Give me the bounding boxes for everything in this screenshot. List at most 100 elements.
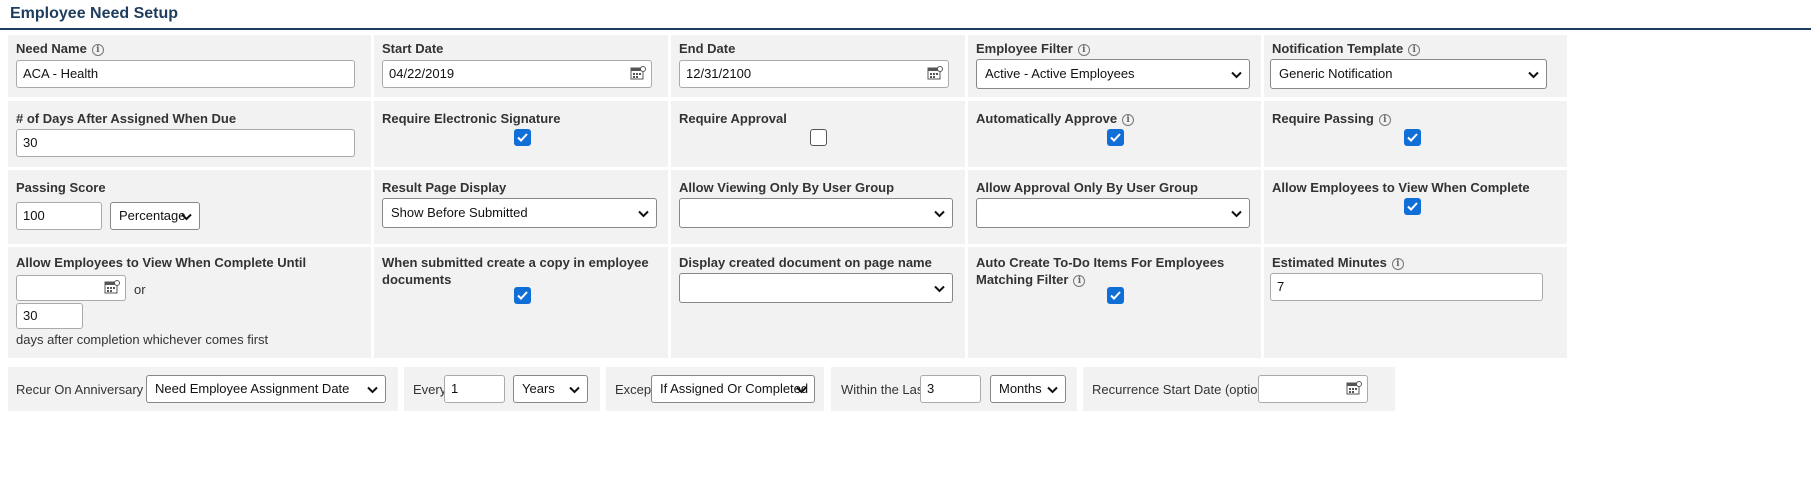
info-icon[interactable]: i: [1391, 258, 1404, 270]
recur-except-select[interactable]: If Assigned Or Completed: [651, 375, 815, 403]
auto-todo-cell: Auto Create To-Do Items For Employees Ma…: [968, 247, 1261, 358]
approval-group-select[interactable]: [976, 198, 1250, 228]
chevron-down-icon: [569, 376, 580, 402]
notification-template-label: Notification Template: [1272, 41, 1404, 56]
end-date-cell: End Date 12/31/2100: [671, 35, 965, 97]
need-name-label: Need Name: [16, 41, 87, 56]
view-until-cell: Allow Employees to View When Complete Un…: [8, 247, 371, 358]
copy-to-documents-checkbox[interactable]: [514, 287, 531, 304]
require-signature-checkbox[interactable]: [514, 129, 531, 146]
chevron-down-icon: [367, 376, 378, 402]
auto-todo-checkbox[interactable]: [1107, 287, 1124, 304]
recur-within-input[interactable]: 3: [920, 375, 981, 403]
recur-every-label: Every: [413, 382, 447, 397]
passing-score-input[interactable]: 100: [16, 202, 102, 230]
recur-except-value: If Assigned Or Completed: [660, 381, 809, 396]
view-when-complete-label: Allow Employees to View When Complete: [1272, 180, 1530, 195]
recur-start-input[interactable]: [1258, 375, 1368, 403]
days-due-input[interactable]: 30: [16, 129, 355, 157]
require-approval-label: Require Approval: [679, 111, 787, 126]
recur-within-unit-select[interactable]: Months: [990, 375, 1066, 403]
notification-template-cell: Notification Template i Generic Notificat…: [1264, 35, 1567, 97]
estimated-minutes-input[interactable]: 7: [1270, 273, 1543, 301]
employee-filter-select[interactable]: Active - Active Employees: [976, 59, 1250, 89]
approval-group-cell: Allow Approval Only By User Group: [968, 170, 1261, 244]
info-icon[interactable]: i: [1122, 114, 1135, 126]
view-when-complete-cell: Allow Employees to View When Complete: [1264, 170, 1567, 244]
employee-filter-value: Active - Active Employees: [985, 66, 1135, 81]
auto-todo-label: Auto Create To-Do Items For Employees Ma…: [976, 255, 1225, 287]
start-date-input[interactable]: 04/22/2019: [382, 60, 652, 88]
chevron-down-icon: [934, 274, 945, 302]
recur-anniversary-select[interactable]: Need Employee Assignment Date: [146, 375, 386, 403]
result-page-cell: Result Page Display Show Before Submitte…: [374, 170, 668, 244]
auto-approve-checkbox[interactable]: [1107, 129, 1124, 146]
recur-every-cell: Every 1 Years: [404, 367, 600, 411]
view-until-label: Allow Employees to View When Complete Un…: [16, 255, 307, 270]
calendar-icon[interactable]: [1346, 381, 1362, 397]
page-title: Employee Need Setup: [10, 5, 179, 22]
recur-anniversary-label: Recur On Anniversary Of: [16, 382, 161, 397]
calendar-icon[interactable]: [630, 66, 646, 82]
view-when-complete-checkbox[interactable]: [1404, 198, 1421, 215]
result-page-select[interactable]: Show Before Submitted: [382, 198, 657, 228]
notification-template-value: Generic Notification: [1279, 66, 1393, 81]
info-icon[interactable]: i: [1073, 275, 1086, 287]
need-name-input[interactable]: ACA - Health: [16, 60, 355, 88]
viewing-group-select[interactable]: [679, 198, 953, 228]
chevron-down-icon: [1231, 60, 1242, 88]
chevron-down-icon: [796, 376, 807, 402]
notification-template-select[interactable]: Generic Notification: [1270, 59, 1547, 89]
chevron-down-icon: [1528, 60, 1539, 88]
display-page-name-select[interactable]: [679, 273, 953, 303]
days-due-cell: # of Days After Assigned When Due 30: [8, 101, 371, 167]
employee-filter-cell: Employee Filter i Active - Active Employe…: [968, 35, 1261, 97]
recur-except-label: Except: [615, 382, 655, 397]
start-date-cell: Start Date 04/22/2019: [374, 35, 668, 97]
recur-within-label: Within the Last: [841, 382, 927, 397]
estimated-minutes-label: Estimated Minutes: [1272, 255, 1387, 270]
estimated-minutes-cell: Estimated Minutes i 7: [1264, 247, 1567, 358]
display-page-name-cell: Display created document on page name: [671, 247, 965, 358]
chevron-down-icon: [1047, 376, 1058, 402]
require-passing-checkbox[interactable]: [1404, 129, 1421, 146]
info-icon[interactable]: i: [91, 44, 104, 56]
passing-score-type-value: Percentage: [119, 208, 186, 223]
viewing-group-label: Allow Viewing Only By User Group: [679, 180, 895, 195]
title-divider: [0, 28, 1811, 30]
approval-group-label: Allow Approval Only By User Group: [976, 180, 1198, 195]
info-icon[interactable]: i: [1077, 44, 1090, 56]
result-page-value: Show Before Submitted: [391, 205, 528, 220]
chevron-down-icon: [934, 199, 945, 227]
calendar-icon[interactable]: [927, 66, 943, 82]
auto-approve-label: Automatically Approve: [976, 111, 1118, 126]
recur-except-cell: Except If Assigned Or Completed: [606, 367, 824, 411]
recur-every-input[interactable]: 1: [444, 375, 505, 403]
end-date-value: 12/31/2100: [686, 66, 752, 81]
recur-within-unit-value: Months: [999, 381, 1042, 396]
recur-within-cell: Within the Last 3 Months: [831, 367, 1077, 411]
require-approval-checkbox[interactable]: [810, 129, 827, 146]
recur-start-label: Recurrence Start Date (optional): [1092, 382, 1280, 397]
calendar-icon[interactable]: [104, 280, 120, 296]
start-date-value: 04/22/2019: [389, 66, 455, 81]
info-icon[interactable]: i: [1408, 44, 1421, 56]
recur-every-unit-value: Years: [522, 381, 555, 396]
view-until-date-input[interactable]: [16, 275, 126, 301]
copy-to-documents-label: When submitted create a copy in employee…: [382, 255, 649, 287]
display-page-name-label: Display created document on page name: [679, 255, 932, 270]
copy-to-documents-cell: When submitted create a copy in employee…: [374, 247, 668, 358]
auto-approve-cell: Automatically Approve i: [968, 101, 1261, 167]
recur-start-cell: Recurrence Start Date (optional): [1083, 367, 1395, 411]
require-signature-cell: Require Electronic Signature: [374, 101, 668, 167]
view-until-suffix: days after completion whichever comes fi…: [16, 332, 269, 347]
end-date-label: End Date: [679, 41, 736, 56]
passing-score-type-select[interactable]: Percentage: [110, 202, 200, 230]
info-icon[interactable]: i: [1378, 114, 1391, 126]
chevron-down-icon: [1231, 199, 1242, 227]
end-date-input[interactable]: 12/31/2100: [679, 60, 949, 88]
require-passing-label: Require Passing: [1272, 111, 1374, 126]
recur-every-unit-select[interactable]: Years: [513, 375, 588, 403]
view-until-days-input[interactable]: 30: [16, 303, 83, 329]
require-passing-cell: Require Passing i: [1264, 101, 1567, 167]
